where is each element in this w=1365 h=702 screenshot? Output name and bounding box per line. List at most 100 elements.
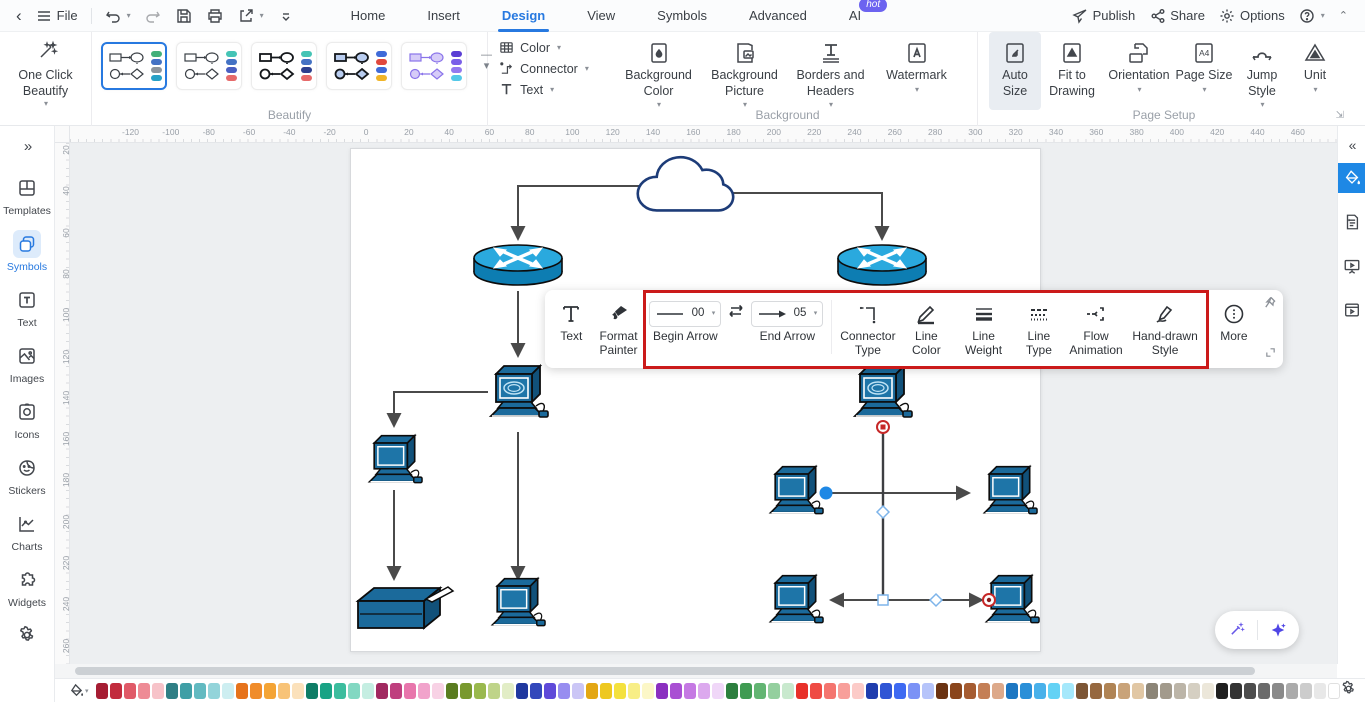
beautify-style-5[interactable] — [401, 42, 467, 90]
jump-style-button[interactable]: Jump Style ▾ — [1233, 32, 1291, 110]
right-panel-expand-button[interactable]: « — [1349, 137, 1357, 153]
color-swatch[interactable] — [1019, 682, 1032, 699]
color-swatch[interactable] — [627, 682, 640, 699]
panel-fill-style-button[interactable] — [1337, 163, 1365, 193]
borders-headers-button[interactable]: Borders and Headers ▾ — [788, 32, 874, 110]
tab-view[interactable]: View — [577, 0, 625, 32]
color-swatch[interactable] — [571, 682, 584, 699]
toolbar-resize-handle[interactable] — [1265, 345, 1276, 363]
workstation-row1-left[interactable] — [769, 465, 824, 515]
sidebar-item-text[interactable]: Text — [13, 286, 41, 329]
color-swatch[interactable] — [1229, 682, 1242, 699]
router-left[interactable] — [472, 243, 564, 287]
fit-to-drawing-button[interactable]: Fit to Drawing — [1041, 32, 1103, 110]
workstation-row2-left[interactable] — [769, 574, 824, 624]
color-swatch[interactable] — [823, 682, 836, 699]
ft-begin-arrow-control[interactable]: 00 ▾ Begin Arrow — [645, 298, 725, 344]
redo-button[interactable] — [138, 0, 169, 32]
color-swatch[interactable] — [179, 682, 192, 699]
router-right[interactable] — [836, 243, 928, 287]
color-swatch[interactable] — [459, 682, 472, 699]
unit-button[interactable]: Unit ▾ — [1291, 32, 1339, 110]
color-swatch[interactable] — [445, 682, 458, 699]
color-swatch[interactable] — [193, 682, 206, 699]
palette-settings-button[interactable] — [1340, 680, 1357, 702]
sidebar-settings-button[interactable] — [17, 625, 37, 650]
swap-arrows-button[interactable] — [727, 298, 745, 324]
file-menu-button[interactable]: File — [29, 0, 85, 32]
color-swatch[interactable] — [1075, 682, 1088, 699]
ft-line-weight-button[interactable]: Line Weight — [953, 298, 1014, 358]
color-swatch[interactable] — [893, 682, 906, 699]
end-arrow-dropdown[interactable]: 05 ▾ — [751, 301, 824, 327]
color-swatch[interactable] — [207, 682, 220, 699]
pin-toolbar-button[interactable] — [1263, 296, 1276, 314]
print-button[interactable] — [200, 0, 231, 32]
ft-text-button[interactable]: Text — [551, 298, 592, 344]
color-swatch[interactable] — [1005, 682, 1018, 699]
color-swatch[interactable] — [165, 682, 178, 699]
color-swatch[interactable] — [1327, 682, 1340, 699]
begin-arrow-dropdown[interactable]: 00 ▾ — [649, 301, 722, 327]
workstation-bottom-center[interactable] — [491, 577, 546, 627]
background-color-button[interactable]: Background Color ▾ — [616, 32, 702, 110]
color-swatch[interactable] — [907, 682, 920, 699]
color-swatch[interactable] — [347, 682, 360, 699]
color-swatch[interactable] — [417, 682, 430, 699]
canvas-area[interactable] — [70, 143, 1337, 664]
sidebar-item-symbols[interactable]: Symbols — [7, 230, 47, 273]
color-swatch[interactable] — [1145, 682, 1158, 699]
color-swatch[interactable] — [963, 682, 976, 699]
color-swatch[interactable] — [263, 682, 276, 699]
sidebar-item-icons[interactable]: Icons — [13, 398, 41, 441]
color-swatch[interactable] — [935, 682, 948, 699]
ft-end-arrow-control[interactable]: 05 ▾ End Arrow — [747, 298, 827, 344]
panel-slideshow-button[interactable] — [1338, 295, 1365, 325]
color-swatch[interactable] — [585, 682, 598, 699]
color-swatch[interactable] — [557, 682, 570, 699]
sidebar-item-stickers[interactable]: Stickers — [8, 454, 46, 497]
server-left[interactable] — [491, 366, 548, 417]
ai-sparkle-button[interactable] — [1268, 620, 1288, 640]
color-swatch[interactable] — [529, 682, 542, 699]
color-swatch[interactable] — [1103, 682, 1116, 699]
one-click-beautify-button[interactable]: One Click Beautify ▾ — [1, 32, 91, 109]
watermark-button[interactable]: Watermark ▾ — [874, 32, 960, 110]
help-button[interactable]: ▾ — [1292, 0, 1332, 32]
color-swatch[interactable] — [669, 682, 682, 699]
ft-flow-animation-button[interactable]: Flow Animation — [1064, 298, 1128, 358]
color-swatch[interactable] — [739, 682, 752, 699]
ft-format-painter-button[interactable]: Format Painter — [592, 298, 646, 358]
color-swatch[interactable] — [1243, 682, 1256, 699]
color-swatch[interactable] — [109, 682, 122, 699]
color-swatch[interactable] — [543, 682, 556, 699]
panel-presentation-button[interactable] — [1338, 251, 1365, 281]
collapse-ribbon-button[interactable] — [271, 0, 302, 32]
color-swatch[interactable] — [151, 682, 164, 699]
color-swatch[interactable] — [879, 682, 892, 699]
color-swatch[interactable] — [1285, 682, 1298, 699]
color-swatch[interactable] — [1257, 682, 1270, 699]
color-swatch[interactable] — [123, 682, 136, 699]
ai-beautify-wand-button[interactable] — [1226, 620, 1246, 640]
color-swatch[interactable] — [319, 682, 332, 699]
color-swatch[interactable] — [711, 682, 724, 699]
tab-symbols[interactable]: Symbols — [647, 0, 717, 32]
connector-menu[interactable]: Connector ▾ — [499, 61, 589, 76]
undo-button[interactable]: ▾ — [98, 0, 138, 32]
color-swatch[interactable] — [431, 682, 444, 699]
color-swatch[interactable] — [1033, 682, 1046, 699]
color-swatch[interactable] — [1299, 682, 1312, 699]
color-swatch[interactable] — [1047, 682, 1060, 699]
color-swatch[interactable] — [1117, 682, 1130, 699]
sidebar-item-charts[interactable]: Charts — [12, 510, 42, 553]
palette-fill-button[interactable]: ▾ — [69, 683, 89, 698]
page-size-button[interactable]: A4 Page Size ▾ — [1175, 32, 1233, 110]
tab-ai[interactable]: AI hot — [839, 0, 888, 32]
color-swatch[interactable] — [1215, 682, 1228, 699]
color-swatch[interactable] — [235, 682, 248, 699]
connection-point-blue[interactable] — [819, 486, 833, 500]
export-button[interactable]: ▾ — [231, 0, 271, 32]
color-swatch[interactable] — [753, 682, 766, 699]
color-swatch[interactable] — [599, 682, 612, 699]
